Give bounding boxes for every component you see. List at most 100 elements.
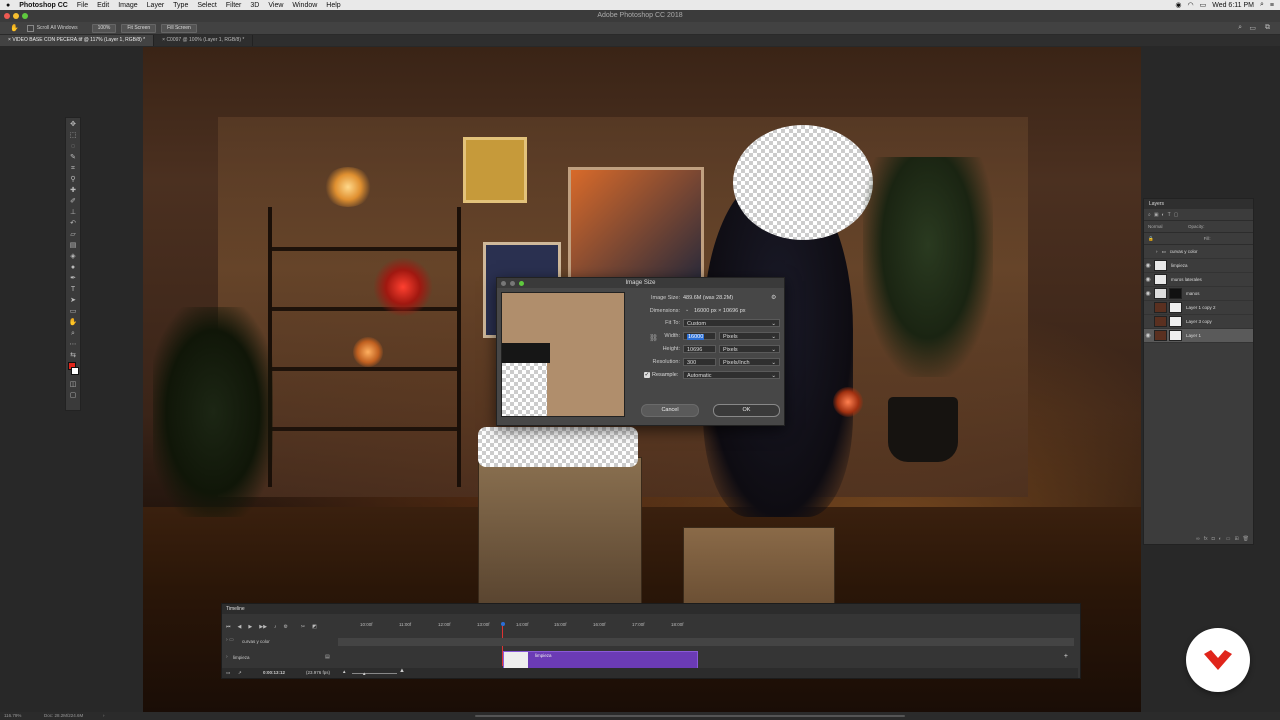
track-row[interactable]: › ▭ curvas y color — [222, 637, 1078, 647]
more-tools-icon[interactable]: ⋯ — [68, 340, 78, 349]
hand-tool-icon[interactable]: ✋ — [10, 24, 19, 32]
horizontal-scrollbar[interactable] — [475, 715, 905, 717]
wifi-icon[interactable]: ◠ — [1187, 1, 1193, 9]
timeline-title[interactable]: Timeline — [222, 604, 1080, 614]
menu-filter[interactable]: Filter — [226, 2, 242, 9]
apple-icon[interactable]: ● — [6, 2, 10, 9]
creative-cloud-icon[interactable]: ◉ — [1175, 1, 1181, 9]
search-icon[interactable]: ⌕ — [1238, 24, 1242, 32]
clock[interactable]: Wed 6:11 PM — [1212, 2, 1254, 9]
zoom-out-icon[interactable]: ▲ — [342, 669, 346, 674]
doc-size[interactable]: Doc: 28.2M/224.6M — [44, 713, 83, 718]
transition-icon[interactable]: ◩ — [312, 624, 317, 630]
menu-select[interactable]: Select — [197, 2, 216, 9]
tab-c0097[interactable]: × C0097 @ 100% (Layer 1, RGB/8) * — [154, 35, 254, 46]
play-icon[interactable]: ▶ — [248, 624, 252, 630]
menu-3d[interactable]: 3D — [250, 2, 259, 9]
ok-button[interactable]: OK — [713, 404, 780, 417]
add-mask-icon[interactable]: ◘ — [1212, 536, 1215, 542]
zoom-slider[interactable] — [352, 673, 397, 674]
disclosure-triangle-icon[interactable]: › — [1156, 249, 1158, 254]
type-filter-icon[interactable]: T — [1168, 212, 1171, 218]
render-icon[interactable]: ↗ — [238, 670, 242, 676]
height-unit-select[interactable]: Pixels ⌄ — [719, 345, 780, 353]
resample-select[interactable]: Automatic ⌄ — [683, 371, 780, 379]
lasso-tool-icon[interactable]: ◌ — [68, 142, 78, 151]
layer-row-selected[interactable]: ◉ Layer 1 — [1144, 329, 1253, 343]
brush-tool-icon[interactable]: ✐ — [68, 197, 78, 206]
disclosure-triangle-icon[interactable]: › — [226, 654, 228, 660]
hand-tool-icon[interactable]: ✋ — [68, 318, 78, 327]
move-tool-icon[interactable]: ✥ — [68, 120, 78, 129]
preview-image[interactable] — [501, 292, 625, 417]
spotlight-search-icon[interactable]: ⌕ — [1260, 1, 1264, 9]
dimensions-dropdown-icon[interactable]: ⌄ — [685, 307, 689, 313]
layer-row[interactable]: Layer 3 copy — [1144, 315, 1253, 329]
height-input[interactable]: 10696 — [683, 345, 716, 353]
workspace-icon[interactable]: ▭ — [1249, 24, 1256, 32]
delete-layer-icon[interactable]: 🗑 — [1243, 536, 1249, 542]
eye-icon[interactable]: ◉ — [1144, 276, 1152, 283]
blur-tool-icon[interactable]: ◈ — [68, 252, 78, 261]
lock-icon[interactable]: 🔒 — [1148, 236, 1154, 242]
layer-row[interactable]: Layer 1 copy 2 — [1144, 301, 1253, 315]
tab-video-base[interactable]: × VIDEO BASE CON PECERA.tif @ 117% (Laye… — [0, 35, 155, 46]
kind-filter-icon[interactable]: ⌕ — [1148, 212, 1151, 218]
fit-screen-button[interactable]: Fit Screen — [121, 23, 157, 33]
width-input[interactable]: 16000 — [683, 332, 716, 340]
zoom-tool-icon[interactable]: ⌕ — [68, 329, 78, 338]
background-color-swatch[interactable] — [71, 367, 79, 375]
marquee-tool-icon[interactable]: ⬚ — [68, 131, 78, 140]
layer-row[interactable]: ◉ limpieza — [1144, 259, 1253, 273]
split-icon[interactable]: ✂ — [301, 624, 305, 630]
zoom-in-icon[interactable]: ▲ — [399, 668, 405, 674]
menu-image[interactable]: Image — [118, 2, 137, 9]
notification-center-icon[interactable]: ≡ — [1270, 2, 1274, 9]
layer-row[interactable]: ◉ manos — [1144, 287, 1253, 301]
menu-file[interactable]: File — [77, 2, 88, 9]
next-frame-icon[interactable]: ▶▶ — [259, 624, 267, 630]
layer-mask-thumbnail[interactable] — [1169, 288, 1182, 299]
layer-row[interactable]: › ▭ curvas y color — [1144, 245, 1253, 259]
layer-mask-thumbnail[interactable] — [1169, 302, 1182, 313]
shape-tool-icon[interactable]: ▭ — [68, 307, 78, 316]
film-icon[interactable]: ▤ — [325, 654, 330, 660]
go-to-first-frame-icon[interactable]: ⏮ — [226, 624, 231, 630]
pixel-filter-icon[interactable]: ▣ — [1154, 212, 1159, 218]
new-layer-icon[interactable]: ⊞ — [1234, 536, 1238, 542]
adjustment-filter-icon[interactable]: ◐ — [1162, 212, 1165, 218]
cancel-button[interactable]: Cancel — [641, 404, 699, 417]
previous-frame-icon[interactable]: ◀ — [238, 624, 242, 630]
zoom-slider-thumb[interactable]: ▲ — [362, 671, 366, 676]
quick-select-tool-icon[interactable]: ✎ — [68, 153, 78, 162]
eye-icon[interactable]: ◉ — [1144, 332, 1152, 339]
dialog-zoom-button[interactable] — [519, 281, 524, 286]
menu-view[interactable]: View — [268, 2, 283, 9]
resample-checkbox[interactable]: ✓ — [644, 372, 650, 378]
type-tool-icon[interactable]: T — [68, 285, 78, 294]
dialog-close-button[interactable] — [501, 281, 506, 286]
layer-mask-thumbnail[interactable] — [1169, 316, 1182, 327]
eye-icon[interactable]: ◉ — [1144, 262, 1152, 269]
clone-stamp-tool-icon[interactable]: ⊥ — [68, 208, 78, 217]
crop-tool-icon[interactable]: ⌗ — [68, 164, 78, 173]
gradient-tool-icon[interactable]: ▤ — [68, 241, 78, 250]
battery-icon[interactable]: ▭ — [1200, 1, 1207, 9]
pen-tool-icon[interactable]: ✒ — [68, 274, 78, 283]
share-icon[interactable]: ⧉ — [1265, 24, 1270, 32]
quick-mask-icon[interactable]: ◫ — [68, 380, 78, 389]
menu-layer[interactable]: Layer — [147, 2, 165, 9]
time-ruler[interactable]: 10:00f 11:00f 12:00f 13:00f 14:00f 15:00… — [338, 622, 1078, 631]
fill-screen-button[interactable]: Fill Screen — [161, 23, 197, 33]
eye-icon[interactable]: ◉ — [1144, 290, 1152, 297]
path-select-tool-icon[interactable]: ➤ — [68, 296, 78, 305]
convert-frames-icon[interactable]: ▭ — [226, 670, 230, 676]
eyedropper-tool-icon[interactable]: ⚲ — [68, 175, 78, 184]
width-unit-select[interactable]: Pixels ⌄ — [719, 332, 780, 340]
resolution-input[interactable]: 300 — [683, 358, 716, 366]
swap-colors-icon[interactable]: ⇆ — [68, 351, 78, 360]
new-group-icon[interactable]: ▭ — [1226, 536, 1231, 542]
settings-gear-icon[interactable]: ⚙ — [771, 294, 776, 301]
eraser-tool-icon[interactable]: ▱ — [68, 230, 78, 239]
audio-icon[interactable]: ♪ — [274, 624, 277, 630]
